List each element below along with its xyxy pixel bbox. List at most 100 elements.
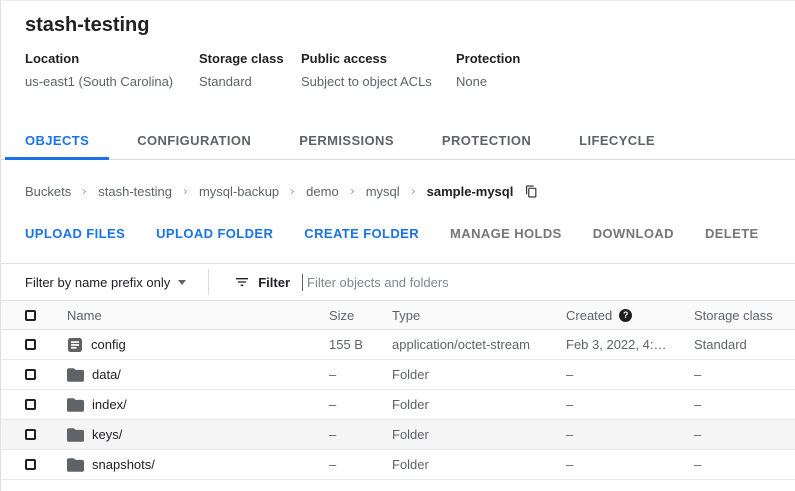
filter-icon — [234, 274, 250, 290]
cell-size: – — [329, 427, 392, 442]
breadcrumb-item-mysql[interactable]: mysql — [366, 184, 400, 199]
file-icon — [67, 337, 83, 353]
cell-name: data/ — [43, 367, 329, 382]
cell-name: index/ — [43, 397, 329, 412]
chevron-right-icon — [80, 187, 89, 196]
breadcrumb-item-buckets[interactable]: Buckets — [25, 184, 71, 199]
help-icon[interactable]: ? — [619, 309, 632, 322]
cell-storage-class: – — [694, 457, 795, 472]
object-name-link[interactable]: data/ — [92, 367, 121, 382]
meta-storage-class: Storage class Standard — [199, 51, 301, 89]
cell-name: config — [43, 337, 329, 353]
cell-storage-class: – — [694, 427, 795, 442]
tab-objects[interactable]: OBJECTS — [5, 124, 109, 160]
folder-icon — [67, 428, 84, 442]
row-checkbox[interactable] — [25, 429, 36, 440]
copy-path-button[interactable] — [525, 184, 538, 199]
meta-label: Location — [25, 51, 199, 66]
bucket-header: stash-testing Locationus-east1 (South Ca… — [1, 1, 795, 89]
row-checkbox[interactable] — [25, 339, 36, 350]
table-row: config 155 Bapplication/octet-streamFeb 3… — [1, 330, 795, 360]
cell-storage-class: – — [694, 397, 795, 412]
object-table-body: config 155 Bapplication/octet-streamFeb 3… — [1, 330, 795, 480]
dropdown-arrow-icon — [178, 280, 186, 285]
folder-icon — [67, 458, 84, 472]
copy-icon — [525, 184, 538, 199]
cell-size: 155 B — [329, 337, 392, 352]
object-name-link[interactable]: snapshots/ — [92, 457, 155, 472]
filter-input[interactable] — [305, 274, 605, 291]
tab-bar: OBJECTSCONFIGURATIONPERMISSIONSPROTECTIO… — [1, 124, 795, 160]
tab-permissions[interactable]: PERMISSIONS — [279, 124, 414, 160]
filter-bar: Filter by name prefix only Filter — [1, 263, 795, 300]
breadcrumb-current: sample-mysql — [427, 184, 514, 199]
chevron-right-icon — [348, 187, 357, 196]
cell-storage-class: Standard — [694, 337, 795, 352]
download-button: DOWNLOAD — [593, 226, 674, 241]
cell-created: Feb 3, 2022, 4:… — [566, 337, 694, 352]
cell-created: – — [566, 367, 694, 382]
chevron-right-icon — [181, 187, 190, 196]
text-caret — [302, 274, 303, 291]
chevron-right-icon — [288, 187, 297, 196]
cell-type: Folder — [392, 427, 566, 442]
object-toolbar: UPLOAD FILES UPLOAD FOLDER CREATE FOLDER MA… — [1, 199, 795, 241]
table-row: keys/–Folder–– — [1, 420, 795, 450]
meta-public-access: Public access Subject to object ACLs — [301, 51, 456, 89]
upload-files-button[interactable]: UPLOAD FILES — [25, 226, 125, 241]
cell-name: snapshots/ — [43, 457, 329, 472]
meta-value: Standard — [199, 74, 301, 89]
column-header-created: Created ? — [566, 308, 694, 323]
select-all-checkbox[interactable] — [25, 310, 36, 321]
chevron-right-icon — [409, 187, 418, 196]
row-checkbox[interactable] — [25, 459, 36, 470]
table-row: snapshots/–Folder–– — [1, 450, 795, 480]
folder-icon — [67, 368, 84, 382]
row-checkbox[interactable] — [25, 369, 36, 380]
cell-type: application/octet-stream — [392, 337, 566, 352]
manage-holds-button: MANAGE HOLDS — [450, 226, 562, 241]
table-row: data/–Folder–– — [1, 360, 795, 390]
breadcrumb-item-demo[interactable]: demo — [306, 184, 339, 199]
meta-protection: Protection None — [456, 51, 520, 89]
folder-icon — [67, 398, 84, 412]
cell-size: – — [329, 367, 392, 382]
row-checkbox[interactable] — [25, 399, 36, 410]
page-title: stash-testing — [25, 14, 771, 36]
filter-scope-dropdown[interactable]: Filter by name prefix only — [25, 275, 186, 290]
meta-label: Storage class — [199, 51, 301, 66]
tab-configuration[interactable]: CONFIGURATION — [117, 124, 271, 160]
bucket-meta: Locationus-east1 (South Carolina)Storage… — [25, 51, 771, 89]
cell-name: keys/ — [43, 427, 329, 442]
filter-scope-label: Filter by name prefix only — [25, 275, 170, 290]
meta-value: None — [456, 74, 520, 89]
column-header-type: Type — [392, 308, 566, 323]
meta-label: Public access — [301, 51, 456, 66]
cell-type: Folder — [392, 397, 566, 412]
object-name-link[interactable]: index/ — [92, 397, 127, 412]
breadcrumb-item-mysql-backup[interactable]: mysql-backup — [199, 184, 279, 199]
create-folder-button[interactable]: CREATE FOLDER — [304, 226, 419, 241]
meta-label: Protection — [456, 51, 520, 66]
table-row: index/–Folder–– — [1, 390, 795, 420]
cell-size: – — [329, 457, 392, 472]
column-header-storage-class: Storage class — [694, 308, 795, 323]
cell-storage-class: – — [694, 367, 795, 382]
object-name-link[interactable]: config — [91, 337, 126, 352]
table-header: Name Size Type Created ? Storage class — [1, 300, 795, 330]
column-header-size: Size — [329, 308, 392, 323]
tab-lifecycle[interactable]: LIFECYCLE — [559, 124, 675, 160]
cell-type: Folder — [392, 457, 566, 472]
breadcrumb: Buckets stash-testing mysql-backup demo … — [1, 160, 795, 199]
breadcrumb-item-stash-testing[interactable]: stash-testing — [98, 184, 172, 199]
object-name-link[interactable]: keys/ — [92, 427, 122, 442]
cell-created: – — [566, 397, 694, 412]
cell-type: Folder — [392, 367, 566, 382]
upload-folder-button[interactable]: UPLOAD FOLDER — [156, 226, 273, 241]
cell-size: – — [329, 397, 392, 412]
filter-label: Filter — [258, 275, 290, 290]
meta-value: Subject to object ACLs — [301, 74, 456, 89]
tab-protection[interactable]: PROTECTION — [422, 124, 551, 160]
cell-created: – — [566, 457, 694, 472]
vertical-divider — [208, 269, 209, 295]
